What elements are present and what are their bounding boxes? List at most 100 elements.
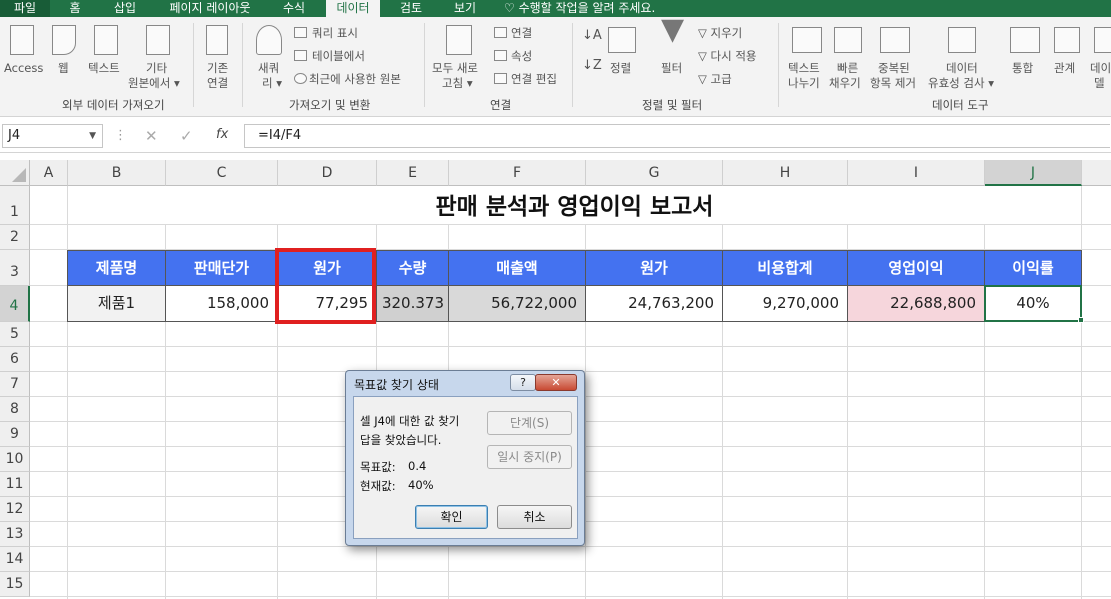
help-icon: ? [520,376,526,389]
data-validation-button[interactable]: 유효성 검사 ▾ [928,76,994,90]
connections-button[interactable]: 연결 [511,26,532,40]
remove-duplicates-button[interactable]: 항목 제거 [870,76,916,90]
existing-connections-button[interactable]: 연결 [207,76,228,90]
column-header-j[interactable]: J [985,160,1082,186]
column-header-f[interactable]: F [449,160,586,186]
column-header-b[interactable]: B [68,160,166,186]
sort-az-icon[interactable]: ↓A [582,29,602,43]
column-header-k[interactable] [1082,160,1111,186]
flash-fill-label-1[interactable]: 빠른 [837,61,858,75]
text-to-columns-button[interactable]: 나누기 [788,76,820,90]
chevron-down-icon[interactable]: ▼ [89,125,96,147]
data-validation-label-1[interactable]: 데이터 [946,61,978,75]
row-header-12[interactable]: 12 [0,497,30,522]
name-box[interactable]: J4 ▼ [2,124,103,148]
properties-button[interactable]: 속성 [511,49,532,63]
clear-filter-button[interactable]: ▽ 지우기 [698,26,742,40]
reapply-button[interactable]: ▽ 다시 적용 [698,49,756,63]
cancel-icon[interactable]: ✕ [145,127,158,145]
row-header-15[interactable]: 15 [0,572,30,597]
new-query-label-1[interactable]: 새쿼 [258,61,279,75]
header-cell-revenue: 매출액 [448,250,586,286]
text-to-columns-label-1[interactable]: 텍스트 [788,61,820,75]
new-query-button[interactable]: 리 ▾ [262,76,282,90]
close-button[interactable]: ✕ [535,374,577,391]
column-header-i[interactable]: I [848,160,985,186]
row-header-11[interactable]: 11 [0,472,30,497]
refresh-label-1[interactable]: 모두 새로 [432,61,478,75]
row-header-14[interactable]: 14 [0,547,30,572]
edit-links-button[interactable]: 연결 편집 [511,72,557,86]
column-header-c[interactable]: C [166,160,278,186]
insert-function-icon[interactable]: fx [216,127,228,142]
sort-button[interactable]: 정렬 [610,61,631,75]
tab-home[interactable]: 홈 [58,0,92,17]
other-sources-button[interactable]: 원본에서 ▾ [128,76,180,90]
row-header-8[interactable]: 8 [0,397,30,422]
tab-insert[interactable]: 삽입 [104,0,146,17]
help-button[interactable]: ? [510,374,536,391]
cell-f4[interactable]: 56,722,000 [448,285,586,322]
sort-za-icon[interactable]: ↓Z [582,59,602,73]
tab-data[interactable]: 데이터 [326,0,380,17]
formula-input[interactable]: =I4/F4 [244,124,1110,148]
row-header-1[interactable]: 1 [0,186,30,225]
select-all-triangle-icon [12,168,26,182]
cell-c4[interactable]: 158,000 [165,285,278,322]
column-header-d[interactable]: D [278,160,377,186]
row-header-6[interactable]: 6 [0,347,30,372]
reapply-icon: ▽ [698,49,711,63]
text-button[interactable]: 텍스트 [88,61,120,75]
select-all-corner[interactable] [0,160,30,186]
cell-h4[interactable]: 9,270,000 [722,285,848,322]
remove-duplicates-label-1[interactable]: 중복된 [878,61,910,75]
column-header-a[interactable]: A [30,160,68,186]
enter-check-icon[interactable]: ✓ [180,127,193,145]
cell-j4-selected[interactable]: 40% [984,285,1082,322]
formula-bar-grip-icon: ⋮ [114,128,127,143]
existing-label-1[interactable]: 기존 [207,61,228,75]
column-header-e[interactable]: E [377,160,449,186]
show-query-button[interactable]: 쿼리 표시 [312,26,358,40]
row-header-4[interactable]: 4 [0,286,30,322]
consolidate-button[interactable]: 통합 [1012,61,1033,75]
row-header-5[interactable]: 5 [0,322,30,347]
ok-button[interactable]: 확인 [415,505,488,529]
refresh-all-button[interactable]: 고침 ▾ [442,76,473,90]
column-header-g[interactable]: G [586,160,723,186]
tab-page-layout[interactable]: 페이지 레이아웃 [157,0,263,17]
tab-review[interactable]: 검토 [391,0,431,17]
recent-sources-icon [294,73,307,84]
other-label-1[interactable]: 기타 [146,61,167,75]
data-model-button[interactable]: 델 [1094,76,1105,90]
cell-i4[interactable]: 22,688,800 [847,285,985,322]
flash-fill-button[interactable]: 채우기 [829,76,861,90]
column-header-h[interactable]: H [723,160,848,186]
data-model-label-1[interactable]: 데이 [1090,61,1111,75]
tell-me-box[interactable]: ♡ 수행할 작업을 알려 주세요. [504,0,684,17]
fill-handle[interactable] [1078,317,1084,323]
row-header-13[interactable]: 13 [0,522,30,547]
tab-file[interactable]: 파일 [0,0,50,17]
advanced-filter-button[interactable]: ▽ 고급 [698,72,732,86]
tab-formulas[interactable]: 수식 [274,0,314,17]
cancel-button[interactable]: 취소 [497,505,572,529]
recent-sources-button[interactable]: 최근에 사용한 원본 [309,72,401,86]
relationships-button[interactable]: 관계 [1054,61,1075,75]
cell-g4[interactable]: 24,763,200 [585,285,723,322]
clear-icon: ▽ [698,26,711,40]
access-button[interactable]: Access [4,61,43,75]
cell-e4[interactable]: 320.373 [376,285,449,322]
row-header-3[interactable]: 3 [0,250,30,286]
pause-button[interactable]: 일시 중지(P) [487,445,572,469]
row-header-9[interactable]: 9 [0,422,30,447]
row-header-2[interactable]: 2 [0,225,30,250]
row-header-10[interactable]: 10 [0,447,30,472]
web-button[interactable]: 웹 [58,61,69,75]
from-table-button[interactable]: 테이블에서 [312,49,365,63]
cell-b4[interactable]: 제품1 [67,285,166,322]
row-header-7[interactable]: 7 [0,372,30,397]
filter-button[interactable]: 필터 [661,61,682,75]
tab-view[interactable]: 보기 [444,0,486,17]
step-button[interactable]: 단계(S) [487,411,572,435]
